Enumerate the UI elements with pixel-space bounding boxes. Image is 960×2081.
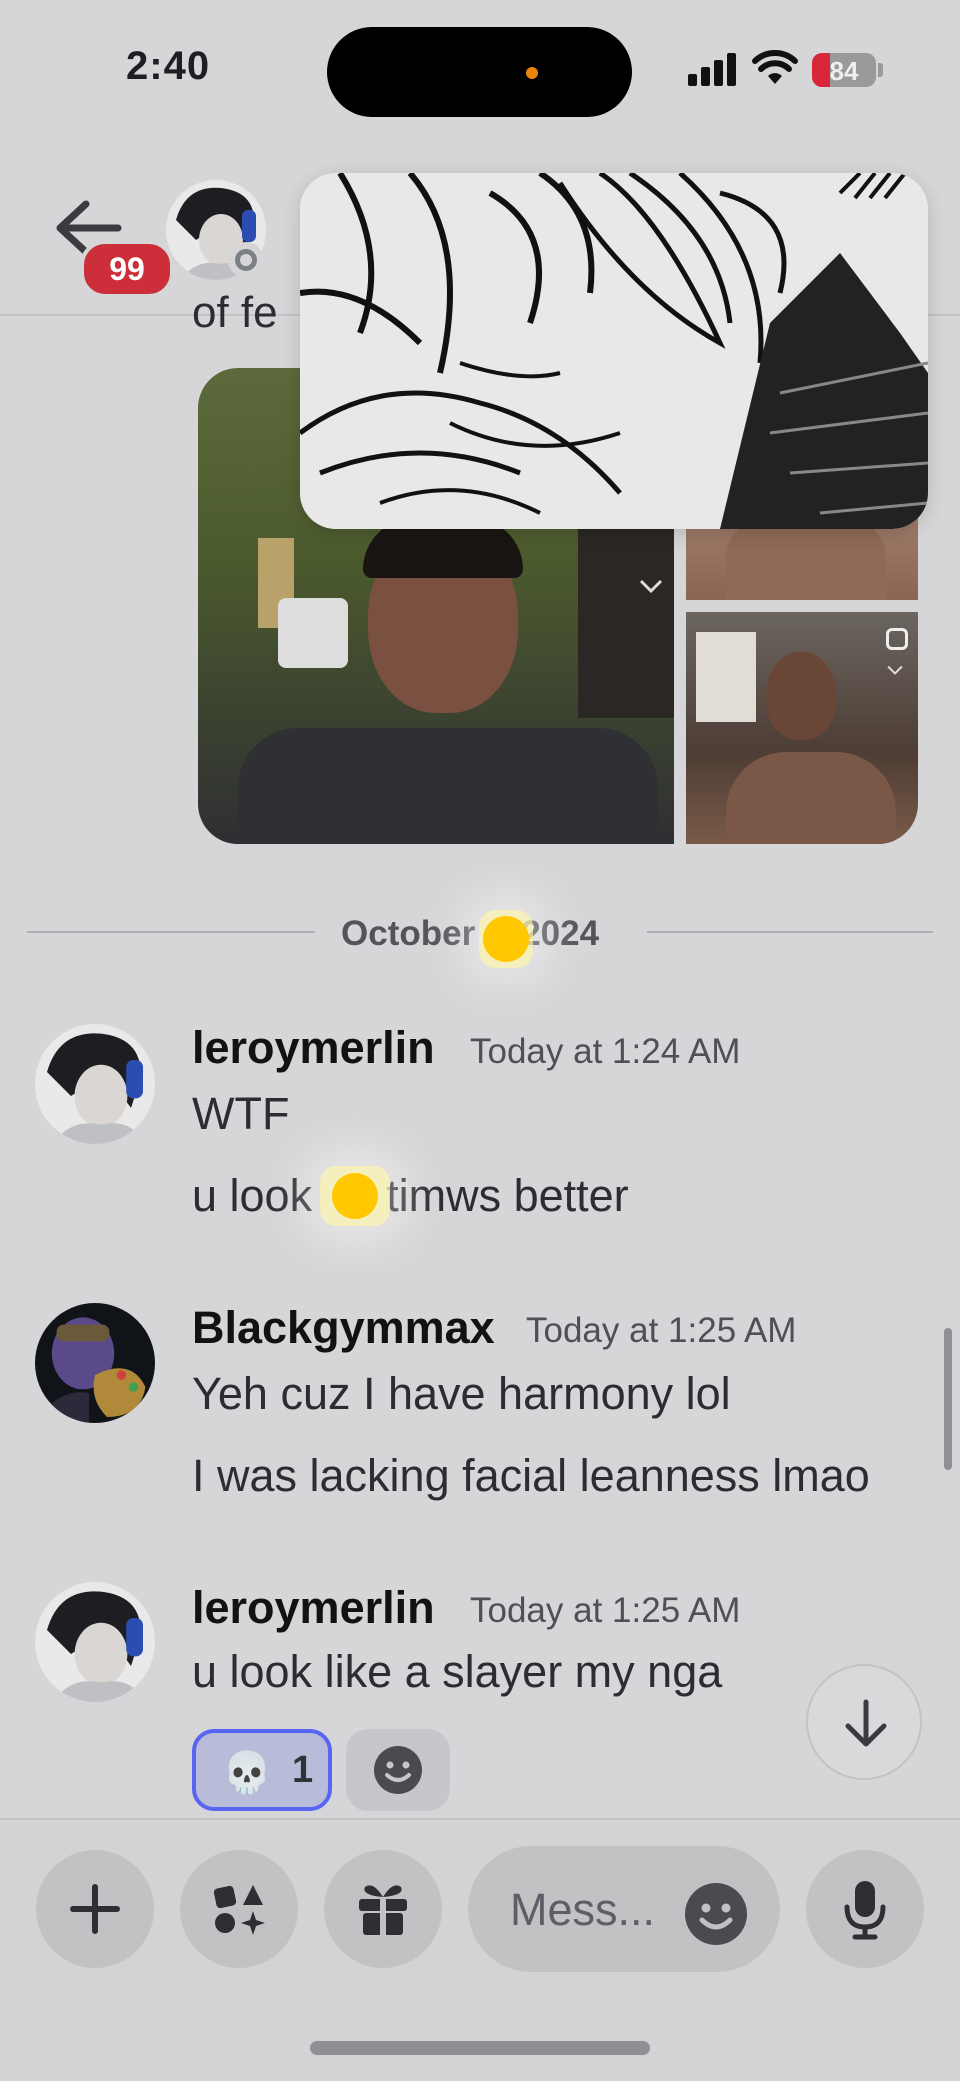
message-author[interactable]: leroymerlin: [192, 1582, 435, 1634]
apps-icon: [213, 1885, 265, 1935]
skull-emoji: 💀: [222, 1751, 272, 1795]
message-timestamp: Today at 1:25 AM: [470, 1591, 741, 1630]
unread-badge: 99: [80, 240, 174, 298]
jump-to-bottom-button[interactable]: [806, 1664, 922, 1780]
message-input[interactable]: Mess...: [468, 1846, 780, 1972]
avatar[interactable]: [35, 1582, 155, 1702]
message-author[interactable]: Blackgymmax: [192, 1302, 495, 1354]
message-text[interactable]: u look like a slayer my nga: [192, 1646, 722, 1698]
chevron-down-icon[interactable]: [638, 578, 664, 594]
message-timestamp: Today at 1:24 AM: [470, 1032, 741, 1071]
plus-icon: [70, 1884, 120, 1934]
cellular-signal-icon: [688, 52, 738, 86]
emoji-icon[interactable]: [684, 1882, 748, 1946]
wifi-icon: [752, 50, 798, 84]
message-input-placeholder: Mess...: [510, 1884, 656, 1935]
message-text[interactable]: I was lacking facial leanness lmao: [192, 1450, 870, 1502]
message-text[interactable]: u look timws better: [192, 1170, 629, 1222]
status-time: 2:40: [126, 44, 211, 88]
presence-status-icon: [228, 242, 264, 278]
apps-button[interactable]: [180, 1850, 298, 1968]
message-text[interactable]: WTF: [192, 1088, 289, 1140]
add-reaction-icon: [374, 1746, 422, 1794]
reaction-skull[interactable]: 💀 1: [192, 1729, 332, 1811]
add-reaction-button[interactable]: [346, 1729, 450, 1811]
message-author[interactable]: leroymerlin: [192, 1022, 435, 1074]
avatar[interactable]: [35, 1024, 155, 1144]
gift-icon: [359, 1885, 407, 1935]
reaction-count: 1: [292, 1749, 314, 1791]
chevron-down-icon[interactable]: [886, 664, 904, 676]
battery-level: 84: [829, 56, 859, 86]
mic-icon: [844, 1881, 886, 1940]
sticker-icon[interactable]: [886, 628, 908, 650]
avatar[interactable]: [35, 1303, 155, 1423]
message-text-partial: of fe: [192, 288, 278, 337]
scrollbar[interactable]: [944, 1328, 952, 1470]
arrow-down-icon: [845, 1699, 887, 1747]
home-indicator[interactable]: [310, 2041, 650, 2055]
message-timestamp: Today at 1:25 AM: [526, 1311, 797, 1350]
voice-message-button[interactable]: [806, 1850, 924, 1968]
touch-indicator: [320, 1166, 390, 1226]
touch-indicator: [479, 910, 533, 968]
attach-button[interactable]: [36, 1850, 154, 1968]
status-bar: 2:40 84: [0, 0, 960, 140]
message-text[interactable]: Yeh cuz I have harmony lol: [192, 1368, 731, 1420]
gift-button[interactable]: [324, 1850, 442, 1968]
image-attachment[interactable]: [686, 612, 918, 844]
date-divider-month: October: [341, 914, 476, 953]
floating-image-preview[interactable]: [300, 173, 928, 529]
privacy-indicator: [526, 67, 538, 79]
dynamic-island: [327, 27, 632, 117]
battery-icon: 84: [812, 53, 876, 87]
